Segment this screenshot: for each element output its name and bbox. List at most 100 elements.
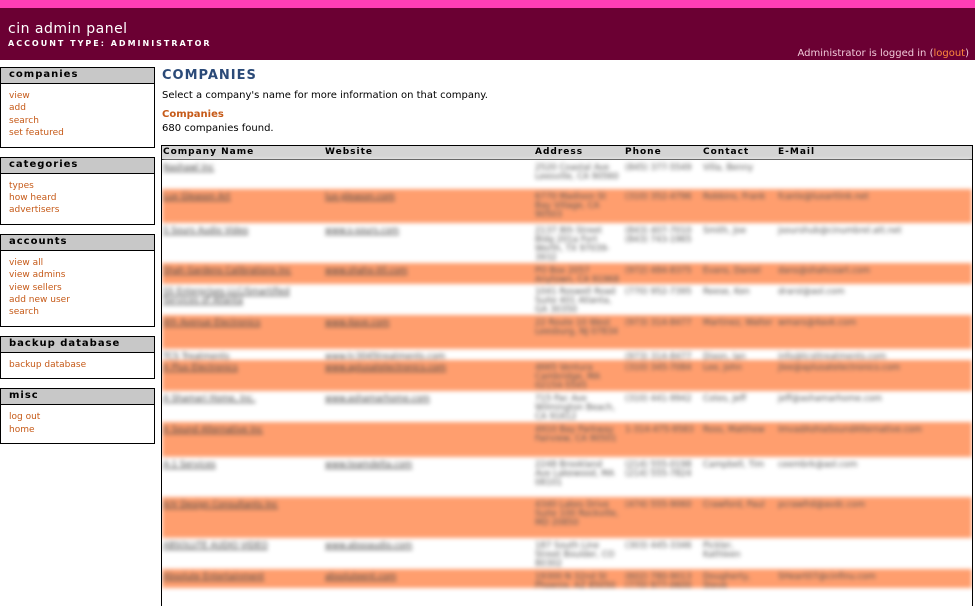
table-cell: (973) 314-8477 [625,352,692,361]
sidebar-item-list: types how heard advertisers [1,174,154,224]
table-cell: (972) 484-8375 [625,266,692,276]
sidebar-item-backup-database[interactable]: backup database [9,359,146,371]
login-status-text: Administrator is logged in ( [797,48,934,59]
company-website-link[interactable]: www.shahx-itll.com [325,267,495,276]
sidebar-item-view[interactable]: view [9,90,146,102]
table-row: 4th Avenue Electronics www.4ave.com 22 Rou… [162,315,972,349]
table-row: Nashawl Inc 2520 Coastal Ave Leesville, C… [162,160,972,189]
table-cell: Robbins, Frank [703,192,766,202]
intro-text: Select a company's name for more informa… [162,90,488,101]
table-row: A Shamari Home, Inc. www.ashamarhome.com 7… [162,391,972,422]
company-website-link[interactable]: www.ashamarhome.com [325,395,495,404]
sidebar-item-view-all[interactable]: view all [9,257,146,269]
company-name-link[interactable]: ABSOLUTE AUDIO VIDEO [163,542,313,551]
sidebar-section-title: accounts [1,234,154,251]
table-cell: (602) 780-9013 (770) 977-0600 [625,572,692,589]
table-cell: 1-314-475-9583 [625,425,694,435]
company-name-link[interactable]: A-1 Services [163,461,313,470]
table-row: Absolute Entertainment absoluteent.com 193… [162,569,972,588]
table-body: Nashawl Inc 2520 Coastal Ave Leesville, C… [162,160,972,588]
table-cell: Ross, Matthew [703,425,765,435]
companies-table: Company Name Website Address Phone Contact E-… [161,145,973,606]
table-cell: wmars@4avk.com [778,318,857,328]
company-name-link[interactable]: TCS Treatments [163,353,313,361]
table-cell: (214) 555-0198 (214) 555-7824 [625,460,692,479]
table-row: TCS Treatments www.tc3045treatments.com (9… [162,349,972,360]
table-cell: SHeart07@cinfinu.com [778,572,876,582]
sidebar: companies view add search set featured catego… [0,67,155,453]
app-title: cin admin panel [8,21,128,37]
table-cell: 19300 N 32nd St Phoenix, AZ 85050 [535,572,616,589]
company-website-link[interactable]: www.tc3045treatments.com [325,353,495,361]
column-header-company-name: Company Name [163,147,255,157]
sidebar-item-search[interactable]: search [9,115,146,127]
table-row: S Sours Audio Video www.s-sours.com 2137 8… [162,223,972,263]
table-cell: 187 South Line Street Boulder, CO 80302 [535,541,615,569]
main-content: COMPANIES Select a company's name for mo… [162,67,972,134]
sidebar-item-log-out[interactable]: log out [9,411,146,423]
company-name-link[interactable]: A Shamari Home, Inc. [163,395,313,404]
table-cell: dans@shahcoart.com [778,266,871,276]
company-name-link[interactable]: SS Enterprises LLC/Smartified Services o… [163,288,313,306]
sidebar-section-backup-database: backup database backup database [0,335,155,380]
table-cell: Dougherty, Steve [703,572,751,589]
table-cell: jlee@aplusatelectronics.com [778,363,901,373]
table-cell: Dixon, Ian [703,352,746,361]
header-bar: cin admin panel ACCOUNT TYPE: ADMINISTRA… [0,8,975,60]
company-name-link[interactable]: Nashawl Inc [163,164,313,173]
sidebar-section-title: misc [1,389,154,406]
company-name-link[interactable]: A/V Design Consultants Inc [163,501,313,510]
table-cell: fcanlx@luxartlink.net [778,192,869,202]
table-row: A Plus Electronics www.aplusatelectronics… [162,360,972,391]
table-cell: 715 Pac Ave Wilmington Beach, CA 91612 [535,394,616,422]
table-cell: jsourshub@cinumbrel.att.net [778,226,902,236]
table-cell: Villa, Benny [703,163,754,173]
sidebar-item-list: backup database [1,353,154,378]
table-cell: pcrawfrd@avdc.com [778,500,866,510]
company-name-link[interactable]: A Plus Electronics [163,364,313,373]
table-cell: Cotes, Jeff [703,394,747,404]
sidebar-item-advertisers[interactable]: advertisers [9,204,146,216]
table-cell: (474) 555-9060 [625,500,692,510]
company-website-link[interactable]: www.s-sours.com [325,227,495,236]
table-cell: Smith, Joe [703,226,747,236]
top-accent-stripe [0,0,975,8]
company-website-link[interactable]: www.aplusatelectronics.com [325,364,495,373]
company-name-link[interactable]: Lux Gleason Art [163,193,313,202]
company-name-link[interactable]: 4th Avenue Electronics [163,319,313,328]
logout-link[interactable]: logout [933,48,965,59]
column-header-website: Website [325,147,374,157]
company-name-link[interactable]: Shah Gardens Calibrations Inc [163,267,313,276]
company-website-link[interactable]: lux-gleason.com [325,193,495,202]
company-website-link[interactable]: www.teamdelta.com [325,461,495,470]
company-website-link[interactable]: absoluteent.com [325,573,495,582]
sidebar-item-list: log out home [1,405,154,443]
sidebar-item-view-admins[interactable]: view admins [9,269,146,281]
sidebar-item-add[interactable]: add [9,102,146,114]
table-cell: (310) 345-7084 [625,363,692,373]
table-row: Shah Gardens Calibrations Inc www.shahx-i… [162,263,972,284]
table-cell: 1041 Roswell Road Suite 401 Atlanta, GA … [535,287,616,315]
sidebar-item-search[interactable]: search [9,306,146,318]
sidebar-item-set-featured[interactable]: set featured [9,127,146,139]
sidebar-item-how-heard[interactable]: how heard [9,192,146,204]
table-cell: 4665 Ventura Cambridge, MA 02154-5545 [535,363,601,391]
sidebar-item-view-sellers[interactable]: view sellers [9,282,146,294]
column-header-address: Address [535,147,584,157]
sidebar-item-types[interactable]: types [9,180,146,192]
company-website-link[interactable]: www.absoaudio.com [325,542,495,551]
sidebar-item-home[interactable]: home [9,424,146,436]
table-cell: (303) 445-3346 [625,541,692,551]
company-name-link[interactable]: A Sound Alternative Inc [163,426,313,435]
sidebar-item-add-new-user[interactable]: add new user [9,294,146,306]
company-website-link[interactable]: www.4ave.com [325,319,495,328]
sidebar-section-accounts: accounts view all view admins view sellers a… [0,233,155,327]
table-cell: (843) 407-7010 (843) 743-1965 [625,226,692,245]
company-name-link[interactable]: Absolute Entertainment [163,573,313,582]
sidebar-item-list: view all view admins view sellers add new u… [1,251,154,326]
sidebar-section-misc: misc log out home [0,388,155,445]
table-cell: 4340 Lakes Drive Suite 100 Rockville, MD… [535,500,619,528]
company-name-link[interactable]: S Sours Audio Video [163,227,313,236]
table-row: A-1 Services www.teamdelta.com 2248 Brookl… [162,457,972,497]
login-status-close: ) [965,48,969,59]
